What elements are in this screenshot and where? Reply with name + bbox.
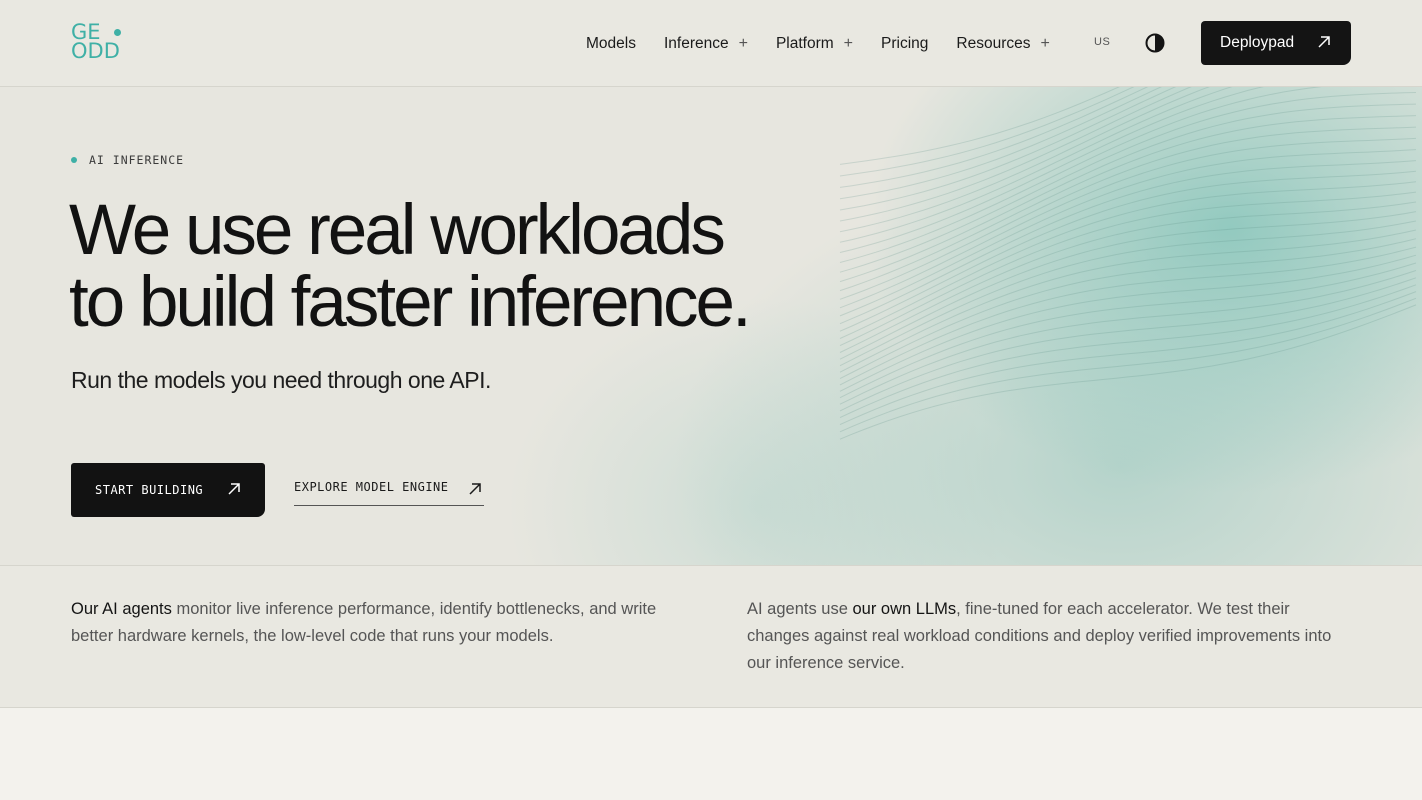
next-section	[0, 708, 1422, 800]
info-right-text: AI agents use our own LLMs, fine-tuned f…	[747, 596, 1347, 677]
site-header: GE ODD Models Inference + Platform + Pri…	[0, 0, 1422, 87]
plus-icon: +	[1040, 34, 1050, 52]
wave-line	[839, 87, 1233, 243]
info-right-strong: our own LLMs	[852, 600, 957, 618]
wave-line	[839, 137, 1417, 309]
plus-icon: +	[738, 34, 748, 52]
nav-item-label: Platform	[775, 34, 834, 52]
wave-line	[839, 149, 1417, 317]
hero-subhead: Run the models you need through one API.	[71, 367, 491, 393]
nav-item-resources[interactable]: Resources +	[956, 35, 1049, 53]
plus-icon: +	[843, 34, 854, 52]
headline-line-2: to build faster inference.	[69, 263, 752, 342]
start-building-button[interactable]: START BUILDING	[71, 463, 265, 517]
hero-eyebrow: AI INFERENCE	[71, 153, 184, 167]
info-left-text: Our AI agents monitor live inference per…	[71, 596, 661, 650]
nav-item-models[interactable]: Models	[586, 35, 636, 53]
explore-model-engine-label: EXPLORE MODEL ENGINE	[294, 480, 449, 494]
wave-line	[839, 254, 1417, 392]
contrast-icon[interactable]	[1145, 33, 1165, 53]
wave-line	[839, 291, 1417, 426]
eyebrow-dot-icon	[71, 157, 77, 163]
logo-line-2: ODD	[71, 39, 120, 63]
hero-section: AI INFERENCE We use real workloads to bu…	[0, 87, 1422, 566]
wave-line	[839, 87, 1264, 253]
wave-line	[839, 229, 1417, 373]
deploypad-button[interactable]: Deploypad	[1201, 21, 1351, 65]
wave-line	[839, 284, 1417, 419]
wave-line	[839, 87, 1322, 263]
wave-line	[839, 277, 1417, 412]
wave-line	[839, 304, 1417, 440]
nav-item-label: Inference	[663, 34, 729, 52]
headline-line-1: We use real workloads	[69, 191, 726, 270]
logo-dot-icon	[114, 29, 121, 36]
arrow-up-right-icon	[227, 482, 241, 499]
eyebrow-label: AI INFERENCE	[89, 153, 185, 167]
wave-line	[839, 87, 1162, 200]
nav-item-inference[interactable]: Inference +	[664, 35, 748, 53]
nav-item-label: Pricing	[881, 34, 929, 52]
nav-item-pricing[interactable]: Pricing	[881, 35, 928, 53]
wave-line	[839, 220, 1417, 367]
explore-model-engine-link[interactable]: EXPLORE MODEL ENGINE	[294, 480, 484, 506]
region-selector[interactable]: US	[1094, 36, 1110, 48]
nav-item-label: Resources	[956, 34, 1031, 52]
info-section: Our AI agents monitor live inference per…	[0, 566, 1422, 708]
nav-item-platform[interactable]: Platform +	[776, 35, 853, 53]
logo[interactable]: GE ODD	[71, 22, 131, 65]
arrow-up-right-icon	[1317, 35, 1331, 54]
nav-item-label: Models	[586, 34, 636, 52]
hero-headline: We use real workloads to build faster in…	[69, 195, 829, 339]
main-nav: Models Inference + Platform + Pricing Re…	[586, 0, 1078, 87]
wave-lines-decoration	[839, 87, 1417, 440]
info-right-pre: AI agents use	[747, 600, 853, 618]
wave-line	[839, 87, 1120, 165]
arrow-up-right-icon	[468, 482, 482, 499]
start-building-label: START BUILDING	[95, 483, 204, 497]
wave-line	[839, 181, 1417, 339]
info-left-strong: Our AI agents	[71, 600, 172, 618]
deploypad-label: Deploypad	[1220, 34, 1295, 51]
